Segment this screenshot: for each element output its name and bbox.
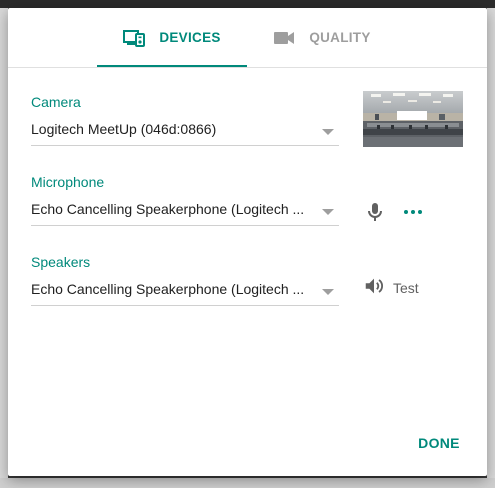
more-horiz-icon[interactable] xyxy=(401,200,425,224)
tab-devices-label: DEVICES xyxy=(159,30,221,45)
videocam-icon xyxy=(273,31,295,45)
camera-select[interactable]: Logitech MeetUp (046d:0866) xyxy=(31,115,339,146)
speakers-label: Speakers xyxy=(31,254,91,270)
volume-icon xyxy=(363,275,385,302)
more-dot xyxy=(411,210,415,214)
microphone-select-value: Echo Cancelling Speakerphone (Logitech .… xyxy=(31,201,305,217)
tab-bar: DEVICES QUALITY xyxy=(8,8,487,68)
settings-dialog: DEVICES QUALITY Camera Logitech MeetUp (… xyxy=(8,8,487,476)
more-dot xyxy=(404,210,408,214)
microphone-label: Microphone xyxy=(31,174,105,190)
devices-icon xyxy=(123,29,146,47)
test-speakers-button[interactable]: Test xyxy=(363,276,419,300)
tab-quality[interactable]: QUALITY xyxy=(247,8,397,67)
microphone-select[interactable]: Echo Cancelling Speakerphone (Logitech .… xyxy=(31,195,339,226)
backdrop-top xyxy=(0,0,495,8)
camera-select-value: Logitech MeetUp (046d:0866) xyxy=(31,121,217,137)
camera-label: Camera xyxy=(31,94,81,110)
dropdown-arrow-icon xyxy=(322,289,334,295)
camera-section: Camera Logitech MeetUp (046d:0866) xyxy=(31,93,339,146)
dropdown-arrow-icon xyxy=(322,129,334,135)
more-dot xyxy=(418,210,422,214)
tab-devices[interactable]: DEVICES xyxy=(97,8,247,67)
backdrop-bottom xyxy=(0,478,495,488)
active-tab-indicator xyxy=(97,65,247,67)
speakers-select-value: Echo Cancelling Speakerphone (Logitech .… xyxy=(31,281,305,297)
done-button[interactable]: DONE xyxy=(409,428,469,458)
dropdown-arrow-icon xyxy=(322,209,334,215)
backdrop-right xyxy=(487,8,495,488)
tab-quality-label: QUALITY xyxy=(309,30,371,45)
test-label: Test xyxy=(393,280,419,296)
camera-preview xyxy=(363,91,463,147)
speakers-select[interactable]: Echo Cancelling Speakerphone (Logitech .… xyxy=(31,275,339,306)
speakers-section: Speakers Echo Cancelling Speakerphone (L… xyxy=(31,253,339,306)
backdrop-left xyxy=(0,8,8,488)
microphone-section: Microphone Echo Cancelling Speakerphone … xyxy=(31,173,339,226)
mic-icon[interactable] xyxy=(363,200,387,224)
